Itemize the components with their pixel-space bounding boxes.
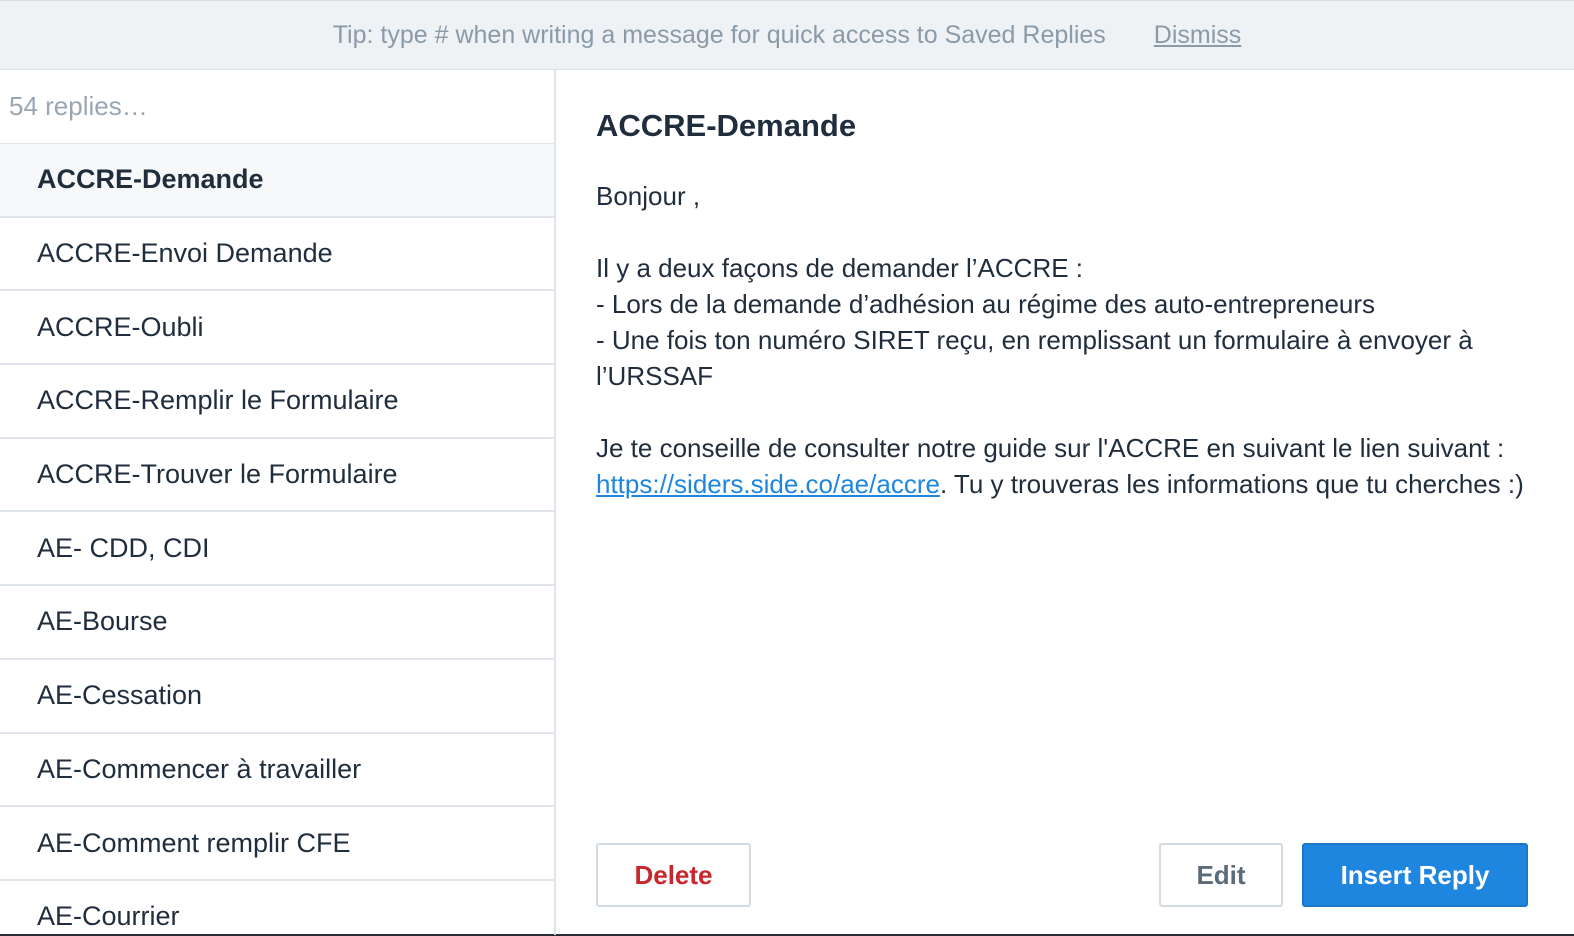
search-box — [0, 70, 554, 144]
reply-item-ae-bourse[interactable]: AE-Bourse — [0, 586, 554, 660]
reply-line: - Une fois ton numéro SIRET reçu, en rem… — [596, 325, 1473, 391]
tip-text: Tip: type # when writing a message for q… — [332, 20, 1106, 49]
reply-item-accre-remplir-formulaire[interactable]: ACCRE-Remplir le Formulaire — [0, 365, 554, 439]
reply-body: Bonjour , Il y a deux façons de demander… — [596, 178, 1536, 538]
replies-sidebar: ACCRE-Demande ACCRE-Envoi Demande ACCRE-… — [0, 70, 556, 935]
reply-item-accre-envoi-demande[interactable]: ACCRE-Envoi Demande — [0, 218, 554, 292]
reply-paragraph-1: Il y a deux façons de demander l’ACCRE :… — [596, 250, 1536, 394]
reply-item-accre-demande[interactable]: ACCRE-Demande — [0, 144, 554, 218]
dismiss-link[interactable]: Dismiss — [1154, 21, 1242, 50]
reply-text: . Tu y trouveras les informations que tu… — [939, 469, 1524, 499]
reply-item-accre-oubli[interactable]: ACCRE-Oubli — [0, 291, 554, 366]
reply-item-ae-courrier[interactable]: AE-Courrier — [0, 881, 554, 935]
saved-replies-window: Tip: type # when writing a message for q… — [0, 0, 1574, 936]
reply-line: Il y a deux façons de demander l’ACCRE : — [596, 253, 1084, 283]
reply-item-ae-cessation[interactable]: AE-Cessation — [0, 660, 554, 734]
reply-title: ACCRE-Demande — [596, 108, 857, 143]
reply-detail-panel: ACCRE-Demande Bonjour , Il y a deux faço… — [556, 70, 1574, 935]
reply-paragraph-2: Je te conseille de consulter notre guide… — [596, 430, 1536, 502]
search-input[interactable] — [9, 91, 509, 122]
tip-bar: Tip: type # when writing a message for q… — [0, 1, 1574, 70]
reply-text: Je te conseille de consulter notre guide… — [596, 433, 1505, 463]
edit-button[interactable]: Edit — [1159, 843, 1283, 907]
reply-item-accre-trouver-formulaire[interactable]: ACCRE-Trouver le Formulaire — [0, 439, 554, 513]
reply-item-ae-cdd-cdi[interactable]: AE- CDD, CDI — [0, 512, 554, 587]
reply-item-ae-comment-remplir-cfe[interactable]: AE-Comment remplir CFE — [0, 807, 554, 881]
reply-greeting: Bonjour , — [596, 181, 701, 211]
guide-link[interactable]: https://siders.side.co/ae/accre — [596, 469, 940, 499]
reply-item-ae-commencer-travailler[interactable]: AE-Commencer à travailler — [0, 734, 554, 808]
reply-line: - Lors de la demande d’adhésion au régim… — [596, 289, 1376, 319]
reply-list: ACCRE-Demande ACCRE-Envoi Demande ACCRE-… — [0, 144, 554, 935]
delete-button[interactable]: Delete — [596, 843, 751, 907]
insert-reply-button[interactable]: Insert Reply — [1302, 843, 1528, 907]
